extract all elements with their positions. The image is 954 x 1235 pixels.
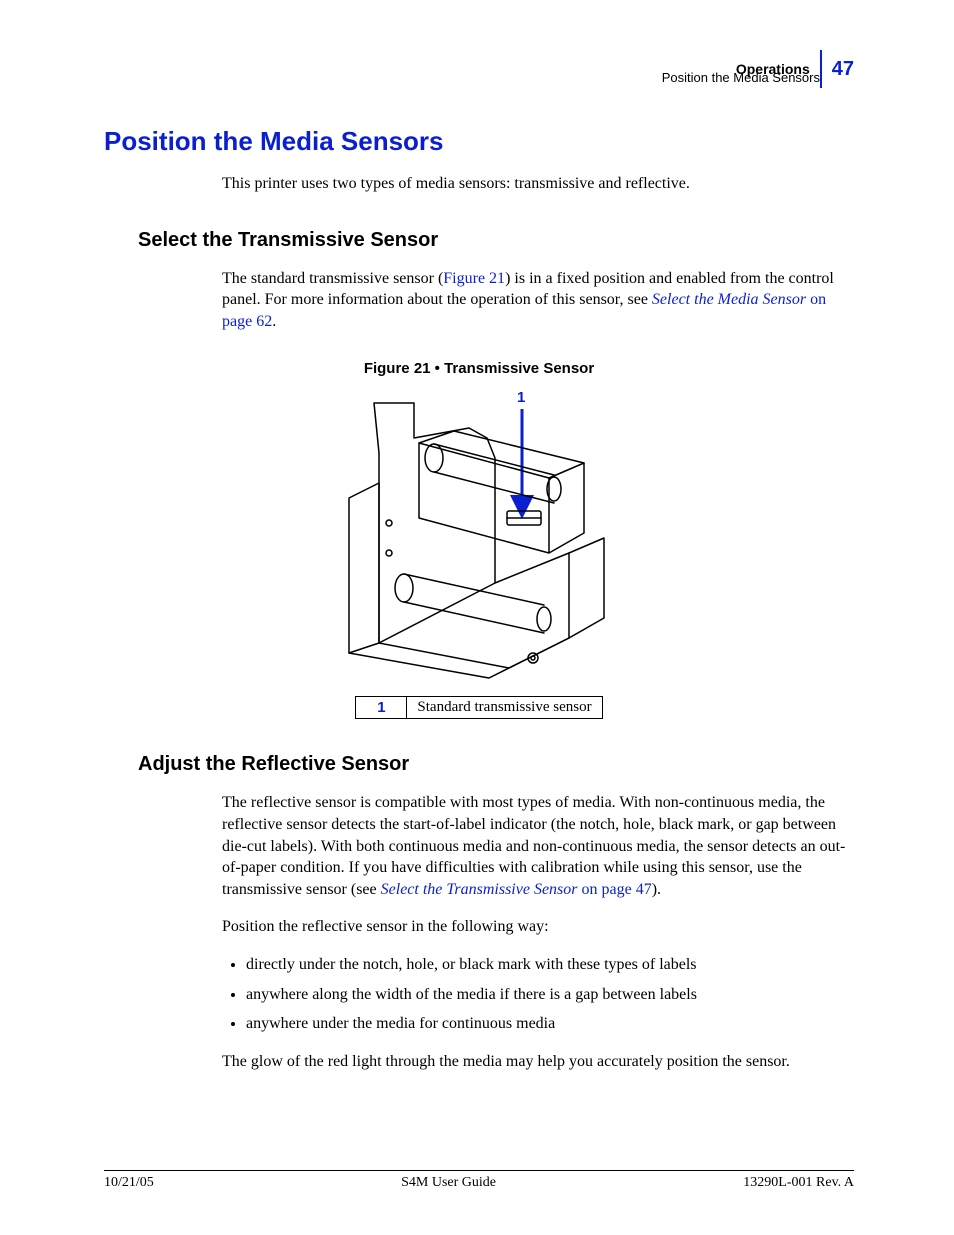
- cross-reference-link[interactable]: Select the Transmissive Sensor: [381, 881, 578, 898]
- footer-date: 10/21/05: [104, 1175, 154, 1191]
- figure-reference-link[interactable]: Figure 21: [443, 270, 505, 287]
- cross-reference-link[interactable]: Select the Media Sensor: [652, 291, 806, 308]
- text: .: [272, 313, 276, 330]
- text: ).: [652, 881, 661, 898]
- text: The standard transmissive sensor (: [222, 270, 443, 287]
- section2-paragraph3: The glow of the red light through the me…: [222, 1051, 854, 1073]
- list-item: anywhere along the width of the media if…: [246, 984, 854, 1006]
- footer-docnum: 13290L-001 Rev. A: [743, 1175, 854, 1191]
- printer-diagram: 1: [319, 383, 639, 683]
- section1-paragraph: The standard transmissive sensor (Figure…: [222, 268, 854, 333]
- page-header: Operations 47 Position the Media Sensors: [662, 50, 854, 85]
- intro-paragraph: This printer uses two types of media sen…: [222, 173, 854, 195]
- figure-caption: Figure 21 • Transmissive Sensor: [104, 360, 854, 377]
- cross-reference-page[interactable]: on page 47: [578, 881, 652, 898]
- page-number: 47: [832, 58, 854, 81]
- section2-heading: Adjust the Reflective Sensor: [138, 753, 854, 776]
- callout-label: 1: [517, 389, 525, 406]
- instruction-list: directly under the notch, hole, or black…: [222, 954, 854, 1035]
- page-footer: 10/21/05 S4M User Guide 13290L-001 Rev. …: [104, 1170, 854, 1191]
- section2-paragraph1: The reflective sensor is compatible with…: [222, 792, 854, 900]
- figure-area: 1: [104, 383, 854, 719]
- header-divider: [820, 50, 822, 88]
- list-item: anywhere under the media for continuous …: [246, 1013, 854, 1035]
- table-row: 1 Standard transmissive sensor: [356, 697, 602, 719]
- legend-description: Standard transmissive sensor: [407, 697, 602, 719]
- footer-title: S4M User Guide: [401, 1175, 496, 1191]
- section2-paragraph2: Position the reflective sensor in the fo…: [222, 916, 854, 938]
- legend-number: 1: [356, 697, 407, 719]
- page-title: Position the Media Sensors: [104, 126, 854, 157]
- figure-legend-table: 1 Standard transmissive sensor: [355, 696, 602, 719]
- list-item: directly under the notch, hole, or black…: [246, 954, 854, 976]
- header-section: Position the Media Sensors: [662, 70, 820, 85]
- printer-illustration-icon: [319, 383, 639, 683]
- section1-heading: Select the Transmissive Sensor: [138, 229, 854, 252]
